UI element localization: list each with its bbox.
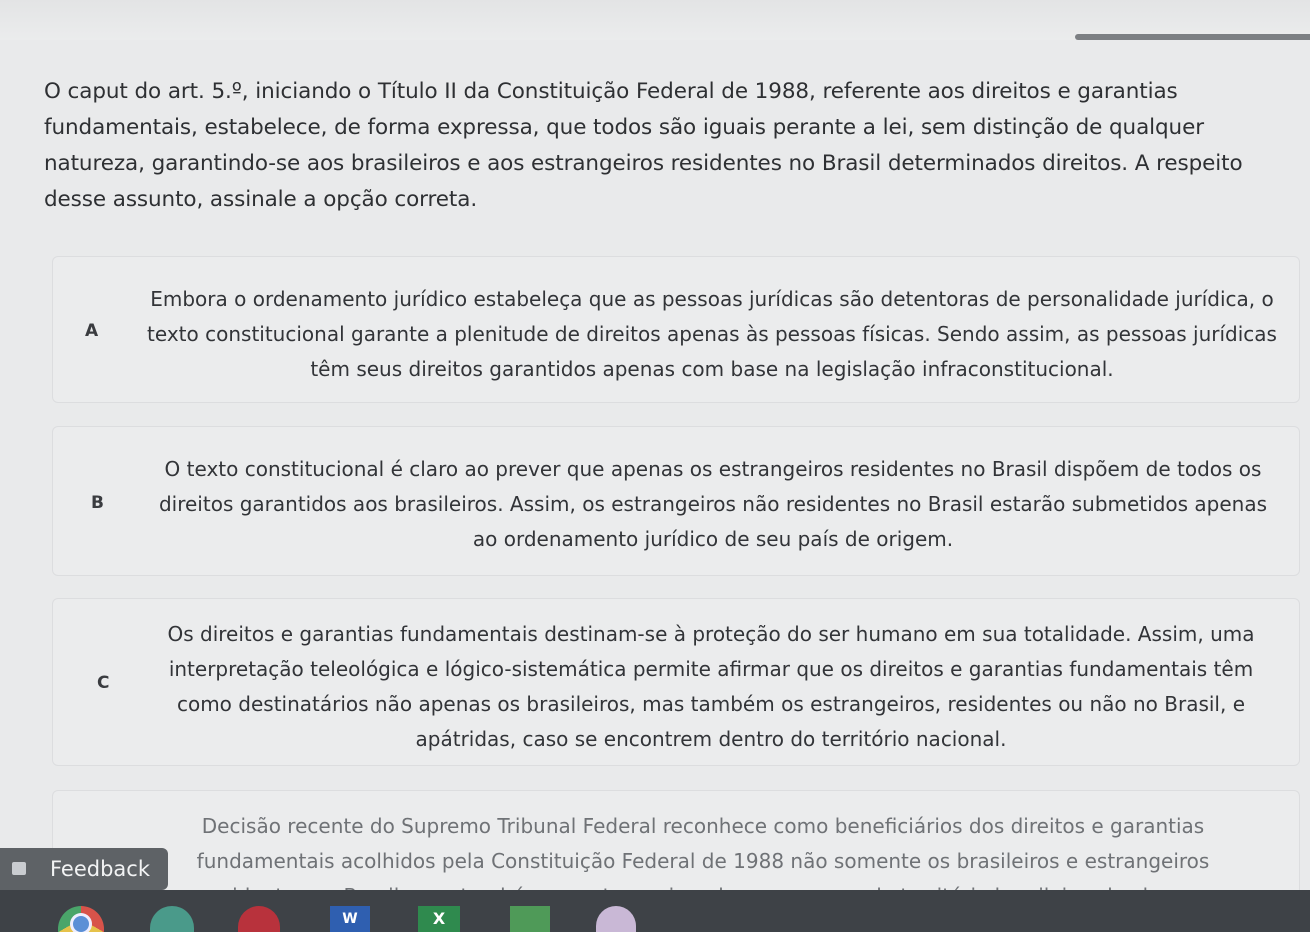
scroll-handle[interactable] xyxy=(1075,34,1310,40)
feedback-button[interactable]: Feedback xyxy=(0,848,168,890)
option-letter: A xyxy=(85,321,99,341)
taskbar xyxy=(0,890,1310,932)
browser-top-area xyxy=(0,0,1310,40)
option-a[interactable]: A Embora o ordenamento jurídico estabele… xyxy=(52,256,1300,403)
option-c[interactable]: C Os direitos e garantias fundamentais d… xyxy=(52,598,1300,766)
option-text: Embora o ordenamento jurídico estabeleça… xyxy=(147,287,1277,381)
option-text: O texto constitucional é claro ao prever… xyxy=(158,457,1268,551)
option-b[interactable]: B O texto constitucional é claro ao prev… xyxy=(52,426,1300,576)
excel-icon[interactable]: X xyxy=(418,906,460,932)
option-letter: B xyxy=(91,493,104,513)
option-text: Os direitos e garantias fundamentais des… xyxy=(167,622,1255,751)
option-letter: C xyxy=(97,673,110,693)
feedback-label: Feedback xyxy=(50,857,151,881)
word-icon[interactable]: W xyxy=(330,906,370,932)
question-text: O caput do art. 5.º, iniciando o Título … xyxy=(44,79,1243,212)
spreadsheet-icon[interactable] xyxy=(510,906,550,932)
feedback-icon xyxy=(12,862,26,875)
